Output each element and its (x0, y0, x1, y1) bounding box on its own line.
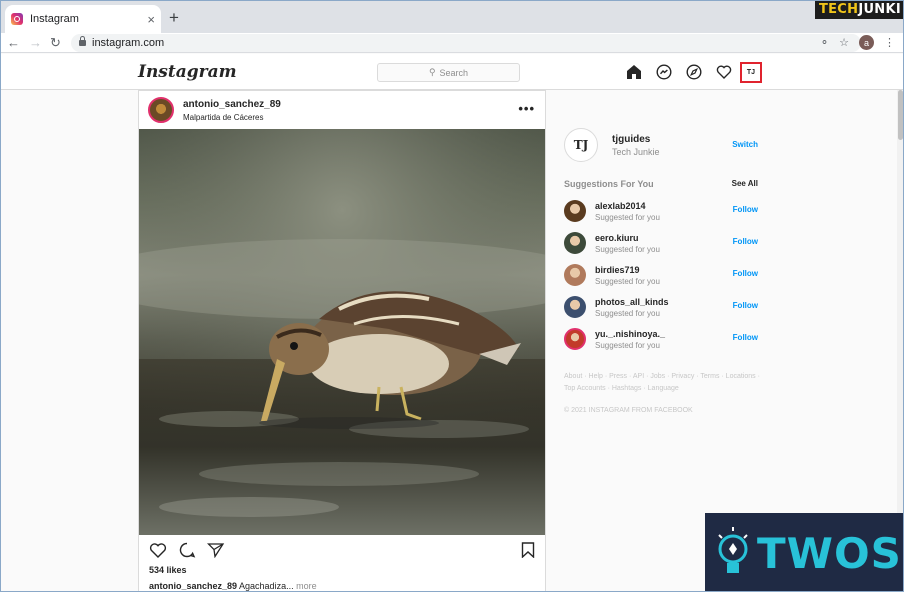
account-fullname: Tech Junkie (612, 146, 660, 157)
profile-avatar-button[interactable]: TJ (740, 62, 762, 83)
suggestion-item: yu._.nishinoya._ Suggested for you Follow (564, 323, 764, 355)
account-username[interactable]: tjguides (612, 134, 660, 145)
scrollbar-thumb[interactable] (898, 90, 903, 140)
techjunkie-logo: TECHJUNKI (814, 1, 903, 19)
watermark-text: TWOS (757, 528, 902, 578)
instagram-favicon-icon (11, 13, 23, 25)
key-icon[interactable]: ⚬ (820, 36, 829, 49)
footer-links: About · Help · Press · API · Jobs · Priv… (564, 371, 764, 395)
feed-post: antonio_sanchez_89 Malpartida de Cáceres… (138, 90, 546, 591)
suggestion-username[interactable]: alexlab2014 (595, 201, 660, 211)
copyright-text: © 2021 INSTAGRAM FROM FACEBOOK (564, 407, 693, 414)
comment-icon[interactable] (178, 542, 196, 563)
suggestion-username[interactable]: photos_all_kinds (595, 297, 669, 307)
follow-button[interactable]: Follow (733, 301, 758, 310)
post-photo[interactable] (139, 129, 545, 535)
suggestion-subtext: Suggested for you (595, 340, 660, 350)
suggestion-avatar[interactable] (564, 264, 586, 286)
tab-bar: Instagram × + TECHJUNKI (1, 1, 903, 33)
url-text: instagram.com (92, 37, 165, 49)
suggestion-item: photos_all_kinds Suggested for you Follow (564, 291, 764, 323)
browser-profile-avatar[interactable]: a (859, 35, 874, 50)
back-icon[interactable]: ← (7, 35, 20, 50)
search-input[interactable]: ⚲ Search (377, 63, 520, 82)
browser-menu-icon[interactable]: ⋮ (884, 36, 895, 49)
suggestion-item: alexlab2014 Suggested for you Follow (564, 195, 764, 227)
post-location[interactable]: Malpartida de Cáceres (183, 113, 281, 122)
suggestion-subtext: Suggested for you (595, 276, 660, 286)
suggestion-item: eero.kiuru Suggested for you Follow (564, 227, 764, 259)
search-placeholder: Search (439, 67, 469, 78)
post-username[interactable]: antonio_sanchez_89 (183, 99, 281, 110)
tab-instagram[interactable]: Instagram × (5, 5, 161, 33)
caption-text: Agachadiza... (237, 581, 294, 591)
switch-account-button[interactable]: Switch (732, 140, 758, 149)
right-sidebar: TJ tjguides Tech Junkie Switch Suggestio… (564, 127, 764, 414)
address-bar: ← → ↻ instagram.com ⚬ ☆ a ⋮ (1, 33, 903, 53)
browser-window: Instagram × + TECHJUNKI ← → ↻ instagram.… (0, 0, 904, 592)
suggestion-username[interactable]: eero.kiuru (595, 233, 660, 243)
suggestion-username[interactable]: birdies719 (595, 265, 660, 275)
suggestion-subtext: Suggested for you (595, 308, 660, 318)
follow-button[interactable]: Follow (733, 269, 758, 278)
suggestion-subtext: Suggested for you (595, 212, 660, 222)
activity-heart-icon[interactable] (715, 63, 733, 81)
lock-icon (79, 36, 86, 46)
suggestion-username[interactable]: yu._.nishinoya._ (595, 329, 665, 339)
footer-links-line-2[interactable]: Top Accounts · Hashtags · Language (564, 383, 764, 395)
twos-watermark: TWOS (705, 513, 903, 591)
post-header: antonio_sanchez_89 Malpartida de Cáceres… (139, 91, 545, 129)
search-icon: ⚲ (428, 67, 436, 77)
snipe-bird-photo (139, 129, 545, 535)
top-nav (625, 63, 733, 81)
messenger-icon[interactable] (655, 63, 673, 81)
toolbar-right: ⚬ ☆ a ⋮ (820, 35, 895, 50)
likes-count[interactable]: 534 likes (149, 565, 187, 575)
suggestion-subtext: Suggested for you (595, 244, 660, 254)
suggestion-avatar[interactable] (564, 296, 586, 318)
reload-icon[interactable]: ↻ (50, 35, 61, 51)
follow-button[interactable]: Follow (733, 237, 758, 246)
explore-icon[interactable] (685, 63, 703, 81)
suggestions-list: alexlab2014 Suggested for you Follow eero.k… (564, 195, 764, 355)
share-send-icon[interactable] (206, 542, 225, 563)
account-avatar-initials: TJ (573, 138, 589, 152)
account-avatar[interactable]: TJ (564, 128, 598, 162)
caption-more-link[interactable]: more (294, 581, 317, 591)
lightbulb-icon (718, 527, 748, 573)
footer-links-line-1[interactable]: About · Help · Press · API · Jobs · Priv… (564, 371, 764, 383)
follow-button[interactable]: Follow (733, 333, 758, 342)
current-account: TJ tjguides Tech Junkie Switch (564, 127, 764, 163)
tab-title: Instagram (30, 13, 79, 25)
tab-close-button[interactable]: × (147, 12, 155, 27)
post-author-avatar[interactable] (148, 97, 174, 123)
home-icon[interactable] (625, 63, 643, 81)
profile-initials: TJ (746, 69, 756, 76)
suggestion-item: birdies719 Suggested for you Follow (564, 259, 764, 291)
suggestion-avatar[interactable] (564, 232, 586, 254)
suggestions-header: Suggestions For You See All (564, 179, 764, 189)
see-all-link[interactable]: See All (732, 179, 758, 189)
post-options-icon[interactable]: ••• (518, 101, 535, 116)
suggestion-avatar[interactable] (564, 200, 586, 222)
save-bookmark-icon[interactable] (521, 542, 535, 563)
post-caption: antonio_sanchez_89 Agachadiza... more (149, 581, 317, 591)
instagram-logo[interactable]: Instagram (138, 62, 237, 82)
post-actions (149, 542, 225, 563)
follow-button[interactable]: Follow (733, 205, 758, 214)
suggestion-avatar[interactable] (564, 328, 586, 350)
bookmark-star-icon[interactable]: ☆ (839, 36, 849, 49)
url-field[interactable]: instagram.com (71, 34, 861, 52)
caption-username[interactable]: antonio_sanchez_89 (149, 581, 237, 591)
new-tab-button[interactable]: + (169, 8, 179, 28)
forward-icon[interactable]: → (29, 35, 42, 50)
like-heart-icon[interactable] (149, 542, 167, 563)
instagram-header: Instagram ⚲ Search TJ (1, 54, 903, 90)
suggestions-title: Suggestions For You (564, 179, 654, 189)
